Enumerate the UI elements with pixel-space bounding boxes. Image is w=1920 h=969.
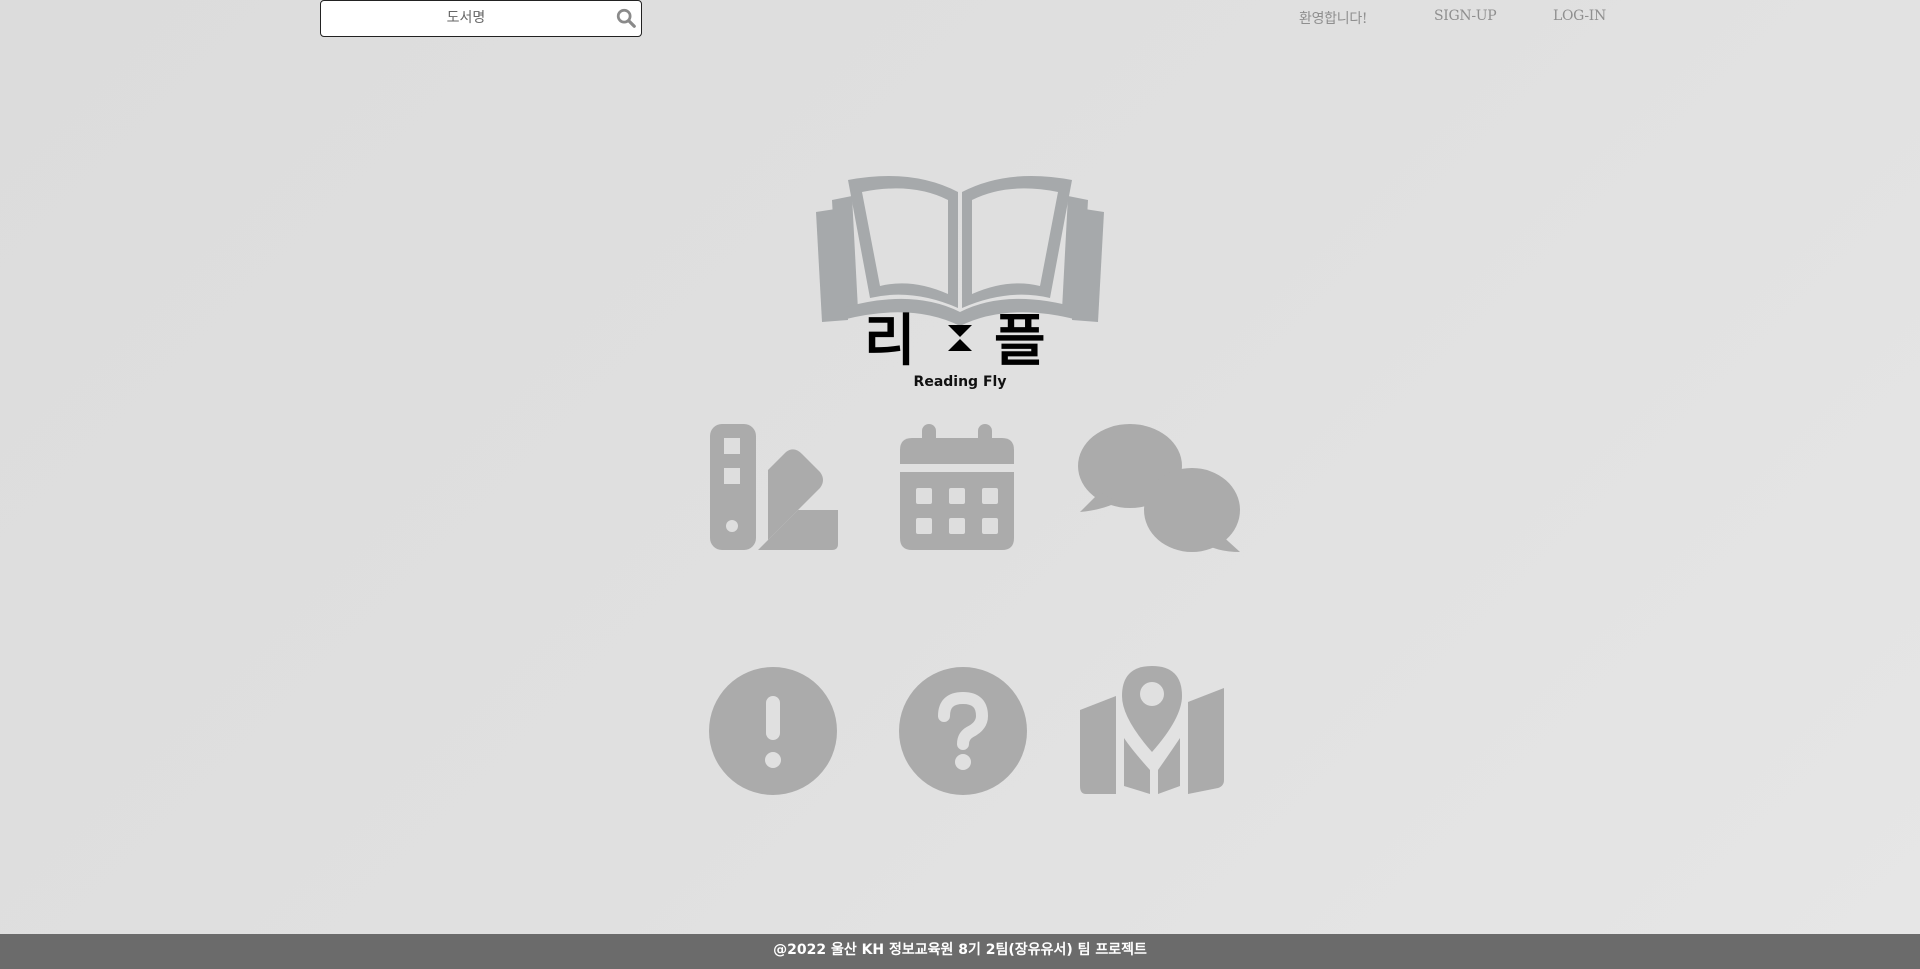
exclamation-circle-icon[interactable] (708, 666, 838, 796)
calendar-icon[interactable] (898, 422, 1016, 552)
footer: @2022 울산 KH 정보교육원 8기 2팀(장유유서) 팀 프로젝트 (0, 934, 1920, 969)
site-logo[interactable]: 리 플 (812, 170, 1108, 374)
search-box (320, 0, 642, 37)
signup-link[interactable]: SIGN-UP (1434, 8, 1497, 24)
open-book-icon: 리 플 (816, 176, 1104, 374)
search-icon[interactable] (615, 7, 637, 29)
footer-text: @2022 울산 KH 정보교육원 8기 2팀(장유유서) 팀 프로젝트 (773, 942, 1147, 958)
map-location-icon[interactable] (1078, 666, 1226, 796)
search-input[interactable] (321, 1, 611, 35)
swatchbook-icon[interactable] (708, 422, 838, 552)
login-link[interactable]: LOG-IN (1553, 8, 1606, 24)
logo-subtitle: Reading Fly (913, 374, 1007, 390)
svg-text:리: 리 (864, 309, 916, 370)
question-circle-icon[interactable] (898, 666, 1028, 796)
chat-bubbles-icon[interactable] (1078, 422, 1242, 554)
welcome-text: 환영합니다! (1299, 11, 1368, 27)
svg-text:플: 플 (994, 309, 1046, 370)
